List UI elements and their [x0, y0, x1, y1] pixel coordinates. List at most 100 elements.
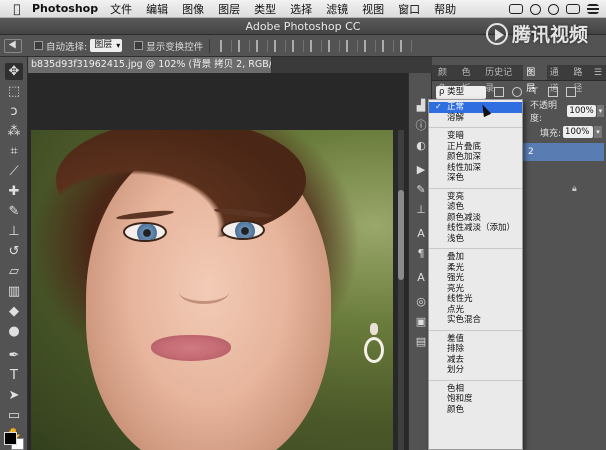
blend-mode-option[interactable]: 线性加深	[429, 163, 522, 174]
blend-mode-option[interactable]: 饱和度	[429, 394, 522, 405]
blend-mode-option[interactable]: 划分	[429, 365, 522, 376]
blend-mode-option[interactable]: 色相	[429, 384, 522, 395]
actions-icon[interactable]: ▶	[414, 163, 428, 177]
distribute-vcenter-icon[interactable]	[346, 39, 359, 52]
show-transform-checkbox[interactable]	[134, 41, 144, 50]
tab-channels[interactable]: 通道	[547, 65, 571, 94]
distribute-hcenter-icon[interactable]	[400, 39, 413, 52]
menu-filter[interactable]: 滤镜	[326, 1, 348, 17]
fill-stepper-icon[interactable]: ▾	[594, 126, 603, 138]
filter-pixel-icon[interactable]	[494, 87, 504, 97]
blend-mode-option[interactable]: 减去	[429, 355, 522, 366]
sync-icon[interactable]	[530, 3, 541, 15]
eyedropper-tool-icon[interactable]: ⟋	[5, 163, 23, 180]
filter-adjustment-icon[interactable]	[512, 87, 522, 97]
blur-tool-icon[interactable]: ◆	[5, 303, 23, 320]
path-selection-tool-icon[interactable]: ➤	[5, 387, 23, 404]
menu-image[interactable]: 图像	[182, 1, 204, 17]
brush-presets-icon[interactable]: ✎	[414, 183, 428, 197]
distribute-left-icon[interactable]	[382, 39, 395, 52]
distribute-top-icon[interactable]	[328, 39, 341, 52]
move-tool-icon[interactable]: ✥	[5, 63, 23, 80]
fill-input[interactable]: 100%	[563, 126, 594, 138]
rectangle-tool-icon[interactable]: ▭	[5, 407, 23, 424]
blend-mode-option[interactable]: 正常	[429, 102, 522, 113]
blend-mode-option[interactable]: 强光	[429, 273, 522, 284]
creative-cloud-icon[interactable]	[509, 4, 523, 14]
blend-mode-option[interactable]: 变暗	[429, 131, 522, 142]
align-bottom-icon[interactable]	[256, 39, 269, 52]
scrollbar-thumb[interactable]	[398, 190, 404, 280]
align-left-icon[interactable]	[274, 39, 287, 52]
align-top-icon[interactable]	[220, 39, 233, 52]
record-icon[interactable]	[548, 3, 559, 15]
menu-file[interactable]: 文件	[110, 1, 132, 17]
blend-mode-dropdown[interactable]: 正常溶解变暗正片叠底颜色加深线性加深深色变亮滤色颜色减淡线性减淡（添加）浅色叠加…	[428, 99, 523, 450]
app-menu[interactable]: Photoshop	[32, 2, 98, 15]
blend-mode-option[interactable]: 浅色	[429, 234, 522, 245]
blend-mode-option[interactable]: 溶解	[429, 113, 522, 124]
move-tool-preset-icon[interactable]	[4, 38, 22, 53]
character-icon[interactable]: A	[414, 227, 428, 241]
navigator-icon[interactable]: ◎	[414, 295, 428, 309]
foreground-color-swatch[interactable]	[4, 432, 17, 445]
tab-layers[interactable]: 图层	[523, 65, 547, 94]
pen-tool-icon[interactable]: ✒	[5, 347, 23, 364]
menu-extras-icon[interactable]	[587, 4, 599, 14]
crop-tool-icon[interactable]: ⌗	[5, 143, 23, 160]
dodge-tool-icon[interactable]: ●	[5, 323, 23, 340]
apple-icon[interactable]: 	[6, 2, 28, 16]
info-icon[interactable]: ⓘ	[414, 119, 428, 133]
paragraph-icon[interactable]: ¶	[414, 247, 428, 261]
blend-mode-option[interactable]: 颜色	[429, 405, 522, 416]
opacity-stepper-icon[interactable]: ▾	[596, 105, 604, 117]
blend-mode-option[interactable]: 颜色减淡	[429, 213, 522, 224]
blend-mode-option[interactable]: 实色混合	[429, 315, 522, 326]
menu-window[interactable]: 窗口	[398, 1, 420, 17]
history-brush-tool-icon[interactable]: ↺	[5, 243, 23, 260]
clone-stamp-tool-icon[interactable]: ⊥	[5, 223, 23, 240]
menu-select[interactable]: 选择	[290, 1, 312, 17]
blend-mode-option[interactable]: 深色	[429, 173, 522, 184]
healing-brush-tool-icon[interactable]: ✚	[5, 183, 23, 200]
tab-swatches[interactable]: 色板	[459, 65, 483, 94]
menu-help[interactable]: 帮助	[434, 1, 456, 17]
auto-select-checkbox[interactable]	[34, 41, 43, 50]
gradient-tool-icon[interactable]: ▥	[5, 283, 23, 300]
adjust-icon[interactable]: ◐	[414, 139, 428, 153]
panel-menu-icon[interactable]: ☰	[594, 65, 606, 80]
menu-type[interactable]: 类型	[254, 1, 276, 17]
histogram-icon[interactable]: ▟	[414, 99, 428, 113]
canvas-scrollbar[interactable]	[398, 130, 404, 450]
menu-layer[interactable]: 图层	[218, 1, 240, 17]
filter-shape-icon[interactable]	[548, 87, 558, 97]
menu-edit[interactable]: 编辑	[146, 1, 168, 17]
styles-icon[interactable]: A	[414, 271, 428, 285]
blend-mode-option[interactable]: 颜色加深	[429, 152, 522, 163]
tab-color[interactable]: 颜色	[435, 65, 459, 94]
blend-mode-option[interactable]: 滤色	[429, 202, 522, 213]
blend-mode-option[interactable]: 变亮	[429, 192, 522, 203]
blend-mode-option[interactable]: 正片叠底	[429, 142, 522, 153]
clone-source-icon[interactable]: ⊥	[414, 203, 428, 217]
magic-wand-tool-icon[interactable]: ⁂	[5, 123, 23, 140]
auto-select-dropdown[interactable]: 图层	[90, 39, 123, 52]
canvas-area[interactable]	[28, 73, 408, 450]
eraser-tool-icon[interactable]: ▱	[5, 263, 23, 280]
distribute-bottom-icon[interactable]	[364, 39, 377, 52]
opacity-input[interactable]: 100%	[567, 105, 596, 117]
marquee-tool-icon[interactable]: ⬚	[5, 83, 23, 100]
tab-paths[interactable]: 路径	[570, 65, 594, 94]
blend-mode-option[interactable]: 亮光	[429, 284, 522, 295]
lasso-tool-icon[interactable]: ↄ	[5, 103, 23, 120]
blend-mode-option[interactable]: 线性减淡（添加）	[429, 223, 522, 234]
filter-smart-object-icon[interactable]	[566, 87, 576, 97]
display-icon[interactable]	[566, 4, 580, 14]
align-vcenter-icon[interactable]	[238, 39, 251, 52]
blend-mode-option[interactable]: 叠加	[429, 252, 522, 263]
align-right-icon[interactable]	[310, 39, 323, 52]
blend-mode-option[interactable]: 柔光	[429, 263, 522, 274]
tool-presets-icon[interactable]: ▣	[414, 315, 428, 329]
menu-view[interactable]: 视图	[362, 1, 384, 17]
layer-row-selected[interactable]: 2	[518, 143, 604, 161]
